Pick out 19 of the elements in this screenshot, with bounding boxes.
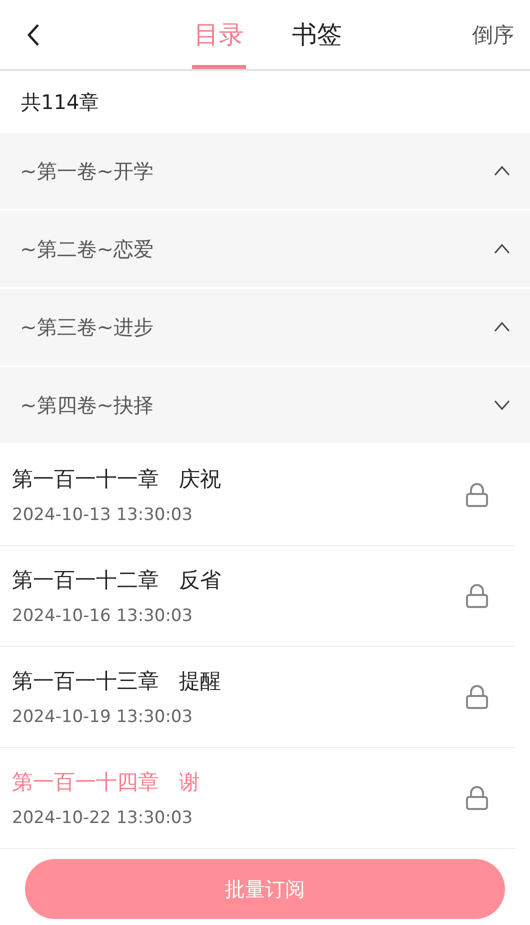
volume-header[interactable]: ~第一卷~开学 [0,133,530,209]
volume-header[interactable]: ~第二卷~恋爱 [0,211,530,287]
caret-icon [494,166,510,176]
chapter-count: 共114章 [20,89,100,116]
chapter-title[interactable]: 第一百一十二章 反省 [12,566,222,594]
back-icon[interactable] [26,22,40,46]
sort-button[interactable]: 倒序 [472,20,514,48]
chapter-title[interactable]: 第一百一十一章 庆祝 [12,465,222,493]
chapter-date: 2024-10-13 13:30:03 [12,505,194,525]
chapter-date: 2024-10-22 13:30:03 [12,808,194,828]
chapter-date: 2024-10-19 13:30:03 [12,707,194,727]
caret-icon [494,400,510,410]
caret-icon [494,244,510,254]
caret-icon [494,322,510,332]
tab[interactable]: 书签 [290,0,344,69]
chapter-title[interactable]: 第一百一十三章 提醒 [12,667,222,695]
chapter-date: 2024-10-16 13:30:03 [12,606,194,626]
volume-header[interactable]: ~第三卷~进步 [0,289,530,365]
volume-header[interactable]: ~第四卷~抉择 [0,367,530,443]
